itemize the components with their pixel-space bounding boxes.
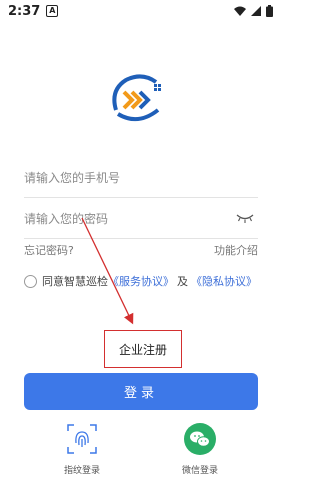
- eye-closed-icon[interactable]: [236, 212, 254, 224]
- app-logo-icon: [112, 74, 161, 122]
- login-label: 登录: [123, 386, 158, 401]
- password-input[interactable]: [24, 212, 224, 226]
- agree-radio[interactable]: [24, 274, 37, 288]
- register-label: 企业注册: [118, 342, 167, 357]
- signal-icon: [251, 6, 261, 16]
- wifi-icon: [234, 6, 246, 16]
- notification-icon: A: [46, 5, 59, 17]
- phone-field[interactable]: [24, 159, 258, 198]
- agreement-and: 及: [177, 275, 188, 288]
- service-agreement-link[interactable]: 《服务协议》: [108, 273, 174, 289]
- agreement-prefix: 同意智慧巡检: [42, 275, 108, 288]
- agreement-row: 同意智慧巡检 《服务协议》 及 《隐私协议》: [24, 273, 257, 289]
- password-field[interactable]: [24, 200, 258, 239]
- fingerprint-login-label: 指纹登录: [63, 466, 100, 476]
- links-row: 忘记密码? 功能介绍: [24, 242, 258, 260]
- status-time: 2:37: [8, 3, 41, 19]
- login-button[interactable]: 登录: [24, 373, 258, 410]
- forgot-password-link[interactable]: 忘记密码?: [24, 242, 74, 260]
- status-bar: 2:37 A: [0, 0, 281, 22]
- fingerprint-icon: [67, 424, 97, 454]
- wechat-login-label: 微信登录: [181, 466, 218, 476]
- fingerprint-login[interactable]: 指纹登录: [52, 423, 112, 476]
- features-link[interactable]: 功能介绍: [214, 242, 258, 260]
- enterprise-register-button[interactable]: 企业注册: [104, 330, 182, 368]
- phone-input[interactable]: [24, 171, 224, 185]
- privacy-agreement-link[interactable]: 《隐私协议》: [191, 273, 257, 289]
- wechat-login[interactable]: 微信登录: [170, 423, 230, 476]
- battery-icon: [266, 5, 273, 17]
- wechat-icon: [184, 423, 216, 455]
